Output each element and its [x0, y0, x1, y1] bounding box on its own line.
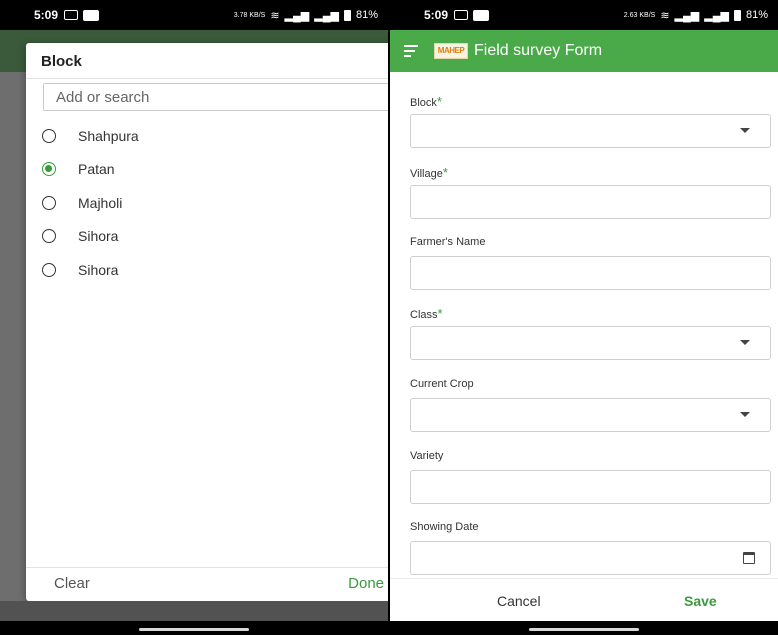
radio-icon[interactable]: [42, 229, 56, 244]
status-time: 5:09: [34, 8, 59, 22]
menu-icon[interactable]: [404, 45, 418, 57]
field-label: Current Crop: [410, 378, 474, 390]
variety-input[interactable]: [410, 470, 771, 504]
divider: [26, 78, 388, 79]
field-label: Farmer's Name: [410, 236, 486, 248]
cancel-button[interactable]: Cancel: [497, 593, 541, 609]
done-button[interactable]: Done: [348, 575, 384, 592]
options-list: Shahpura Patan Majholi Sihora Sihora: [42, 119, 388, 287]
signal-icon: ▂▄▆: [314, 9, 339, 22]
notification-icon: [454, 10, 469, 20]
class-field: Class*: [410, 306, 771, 360]
save-button[interactable]: Save: [684, 593, 717, 609]
battery-percent: 81%: [355, 9, 378, 21]
current-crop-dropdown[interactable]: [410, 398, 771, 432]
status-bar: 5:09 3.78 KB/S ≋ ▂▄▆ ▂▄▆ 81%: [0, 0, 388, 30]
calendar-icon[interactable]: [743, 552, 755, 564]
option-label: Majholi: [78, 194, 123, 211]
search-input[interactable]: [43, 83, 388, 111]
status-bar: 5:09 2.63 KB/S ≋ ▂▄▆ ▂▄▆ 81%: [390, 0, 778, 30]
field-label: Block: [410, 97, 437, 109]
required-marker: *: [437, 306, 443, 321]
signal-icon: ▂▄▆: [284, 9, 310, 22]
signal-icon: ▂▄▆: [704, 9, 729, 22]
battery-percent: 81%: [745, 9, 768, 21]
option-label: Sihora: [78, 228, 119, 245]
dialog-title: Block: [41, 53, 82, 70]
left-screen: 5:09 3.78 KB/S ≋ ▂▄▆ ▂▄▆ 81% Block Shahp…: [0, 0, 388, 635]
option-label: Shahpura: [78, 127, 139, 144]
page-title: Field survey Form: [474, 42, 603, 59]
field-label: Variety: [410, 450, 444, 462]
network-speed: 3.78 KB/S: [233, 11, 266, 19]
showing-date-input[interactable]: [410, 541, 771, 575]
dropdown-arrow-icon: [740, 128, 750, 133]
option-label: Sihora: [78, 261, 119, 278]
block-select-dialog: Block Shahpura Patan Majholi Sihora S: [26, 43, 388, 601]
farmer-name-field: Farmer's Name: [410, 236, 771, 290]
village-input[interactable]: [410, 185, 771, 219]
wifi-icon: ≋: [660, 9, 670, 22]
home-gesture-handle[interactable]: [529, 628, 639, 631]
navigation-bar: [390, 621, 778, 635]
signal-icon: ▂▄▆: [674, 9, 700, 22]
option-label: Patan: [78, 161, 115, 178]
survey-form: Block* Village* Farmer's Name Class* Cur…: [390, 72, 778, 577]
variety-field: Variety: [410, 450, 771, 504]
dropdown-arrow-icon: [740, 412, 750, 417]
option-item[interactable]: Sihora: [42, 253, 388, 287]
showing-date-field: Showing Date: [410, 521, 771, 575]
battery-icon: [343, 9, 351, 21]
app-logo: MAHEP: [434, 43, 468, 59]
option-item[interactable]: Patan: [42, 153, 388, 187]
radio-icon[interactable]: [42, 195, 56, 210]
message-icon: [473, 9, 490, 21]
required-marker: *: [436, 94, 442, 109]
dropdown-arrow-icon: [740, 340, 750, 345]
field-label: Class: [410, 309, 438, 321]
form-footer: Cancel Save: [390, 578, 778, 621]
battery-icon: [733, 9, 741, 21]
notification-icon: [64, 10, 79, 20]
field-label: Showing Date: [410, 521, 479, 533]
radio-icon[interactable]: [42, 262, 56, 277]
app-bar: MAHEP Field survey Form: [390, 30, 778, 72]
farmer-name-input[interactable]: [410, 256, 771, 290]
option-item[interactable]: Shahpura: [42, 119, 388, 153]
class-dropdown[interactable]: [410, 326, 771, 360]
wifi-icon: ≋: [270, 9, 280, 22]
field-label: Village: [410, 168, 443, 180]
message-icon: [83, 9, 100, 21]
dimmed-footer: [0, 601, 388, 621]
right-screen: 5:09 2.63 KB/S ≋ ▂▄▆ ▂▄▆ 81% MAHEP Field…: [390, 0, 778, 635]
status-time: 5:09: [424, 8, 449, 22]
required-marker: *: [442, 165, 448, 180]
network-speed: 2.63 KB/S: [623, 11, 656, 19]
radio-icon[interactable]: [42, 128, 56, 143]
current-crop-field: Current Crop: [410, 378, 771, 432]
navigation-bar: [0, 621, 388, 635]
option-item[interactable]: Sihora: [42, 220, 388, 254]
option-item[interactable]: Majholi: [42, 186, 388, 220]
block-field: Block*: [410, 94, 771, 148]
divider: [26, 567, 388, 568]
radio-checked-icon[interactable]: [42, 162, 56, 177]
clear-button[interactable]: Clear: [54, 575, 90, 592]
home-gesture-handle[interactable]: [139, 628, 249, 631]
block-dropdown[interactable]: [410, 114, 771, 148]
village-field: Village*: [410, 165, 771, 219]
